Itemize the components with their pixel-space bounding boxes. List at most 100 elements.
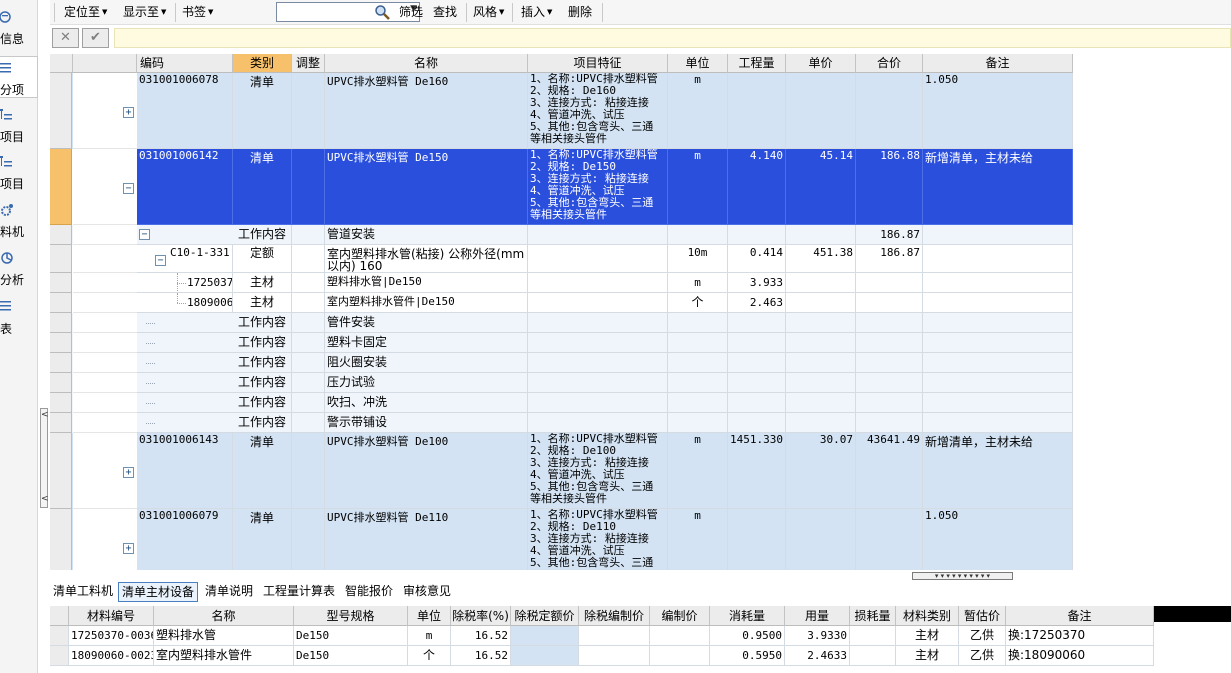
cell-unit-price[interactable] (786, 313, 856, 333)
column-header-ex-tax-quota-price[interactable]: 除税定额价 (511, 606, 579, 626)
cell-code[interactable] (137, 313, 233, 333)
cell-type[interactable]: 工作内容 (233, 353, 292, 373)
cell-type[interactable]: 工作内容 (233, 373, 292, 393)
row-header[interactable] (50, 413, 72, 433)
cell-remark[interactable] (923, 273, 1073, 293)
cell-type[interactable]: 主材 (233, 273, 292, 293)
cell-edit-input[interactable] (114, 28, 1231, 48)
cell-features[interactable]: 1、名称:UPVC排水塑料管 2、规格: De110 3、连接方式: 粘接连接 … (528, 509, 668, 570)
filter-button[interactable]: 筛选 (399, 4, 423, 21)
cell-name[interactable]: UPVC排水塑料管 De160 (325, 73, 528, 149)
cell-type[interactable]: 工作内容 (233, 225, 292, 245)
tab-bill-labor-material[interactable]: 清单工料机 (53, 582, 113, 602)
cell-features[interactable]: 1、名称:UPVC排水塑料管 2、规格: De100 3、连接方式: 粘接连接 … (528, 433, 668, 509)
nav-item-biao[interactable]: 表 (0, 298, 38, 344)
cell-remark[interactable] (923, 413, 1073, 433)
cell-code[interactable]: 1809006 (137, 293, 233, 313)
cell-estimate[interactable]: 乙供 (959, 626, 1006, 646)
cell-type[interactable]: 清单 (233, 73, 292, 149)
cell-unit-price[interactable] (786, 509, 856, 570)
cell-unit-price[interactable]: 45.14 (786, 149, 856, 225)
cell-unit-price[interactable]: 30.07 (786, 433, 856, 509)
style-dropdown[interactable]: 风格 ▼ (473, 4, 504, 21)
cell-quantity[interactable]: 2.463 (728, 293, 786, 313)
nav-item-info[interactable]: 信息 (0, 8, 38, 54)
cell-adjust[interactable] (292, 225, 325, 245)
cell-ex-tax-quota-price[interactable] (511, 646, 579, 666)
cell-material-category[interactable]: 主材 (896, 646, 959, 666)
cell-unit[interactable]: m (668, 433, 728, 509)
table-row[interactable]: + 031001006079 清单 UPVC排水塑料管 De110 1、名称:U… (50, 509, 1073, 570)
cell-unit-price[interactable]: 451.38 (786, 245, 856, 273)
nav-item-fenxi[interactable]: 分析 (0, 249, 38, 295)
cell-adjust[interactable] (292, 273, 325, 293)
cell-unit[interactable]: m (408, 626, 451, 646)
cell-remark[interactable] (923, 393, 1073, 413)
cell-adjust[interactable] (292, 313, 325, 333)
column-header-features[interactable]: 项目特征 (528, 54, 668, 73)
cell-remark[interactable]: 1.050 (923, 509, 1073, 570)
cell-quantity[interactable] (728, 413, 786, 433)
table-row[interactable]: − C10-1-331 定额 室内塑料排水管(粘接) 公称外径(mm 以内) 1… (50, 245, 1073, 273)
column-header-spec[interactable]: 型号规格 (294, 606, 408, 626)
cell-total[interactable] (856, 393, 923, 413)
cell-unit-price[interactable] (786, 293, 856, 313)
cell-name[interactable]: 吹扫、冲洗 (325, 393, 528, 413)
cell-unit[interactable]: m (668, 273, 728, 293)
cell-code[interactable]: 031001006143 (137, 433, 233, 509)
column-header-consumption[interactable]: 消耗量 (710, 606, 785, 626)
column-header-total[interactable]: 合价 (856, 54, 923, 73)
cell-features[interactable] (528, 273, 668, 293)
column-header-remark[interactable]: 备注 (923, 54, 1073, 73)
cell-type[interactable]: 清单 (233, 149, 292, 225)
cell-name[interactable]: 管道安装 (325, 225, 528, 245)
cell-name[interactable]: 室内塑料排水管(粘接) 公称外径(mm 以内) 160 (325, 245, 528, 273)
cell-adjust[interactable] (292, 149, 325, 225)
column-header-code[interactable]: 编码 (137, 54, 233, 73)
cell-name[interactable]: 塑料卡固定 (325, 333, 528, 353)
cell-ex-tax-compiled-price[interactable] (579, 626, 650, 646)
cell-code[interactable]: 031001006079 (137, 509, 233, 570)
cell-unit-price[interactable] (786, 393, 856, 413)
row-header[interactable] (50, 149, 72, 225)
cancel-edit-button[interactable]: ✕ (52, 28, 79, 48)
row-header[interactable] (50, 245, 72, 273)
cell-loss[interactable] (850, 626, 896, 646)
cell-unit[interactable] (668, 393, 728, 413)
expand-icon[interactable]: + (123, 467, 134, 478)
column-header-tax-rate[interactable]: 除税率(%) (451, 606, 511, 626)
cell-quantity[interactable] (728, 313, 786, 333)
cell-material-code[interactable]: 18090060-0023 (69, 646, 154, 666)
row-header[interactable] (50, 313, 72, 333)
table-row[interactable]: 工作内容 压力试验 (50, 373, 1073, 393)
cell-unit-price[interactable] (786, 73, 856, 149)
tab-bill-description[interactable]: 清单说明 (205, 582, 253, 602)
cell-quantity[interactable]: 4.140 (728, 149, 786, 225)
cell-name[interactable]: UPVC排水塑料管 De110 (325, 509, 528, 570)
row-header[interactable] (50, 393, 72, 413)
nav-item-fenxiang[interactable]: 分项 (0, 56, 38, 98)
table-row[interactable]: 工作内容 吹扫、冲洗 (50, 393, 1073, 413)
cell-features[interactable] (528, 413, 668, 433)
column-header-adjust[interactable]: 调整 (292, 54, 325, 73)
column-header-material-code[interactable]: 材料编号 (69, 606, 154, 626)
cell-name[interactable]: UPVC排水塑料管 De150 (325, 149, 528, 225)
cell-usage[interactable]: 2.4633 (785, 646, 850, 666)
column-header-remark[interactable]: 备注 (1006, 606, 1154, 626)
collapse-icon[interactable]: − (123, 183, 134, 194)
column-header-compiled-price[interactable]: 编制价 (650, 606, 710, 626)
cell-total[interactable] (856, 353, 923, 373)
row-header[interactable] (50, 333, 72, 353)
cell-name[interactable]: 塑料排水管|De150 (325, 273, 528, 293)
cell-name[interactable]: 警示带铺设 (325, 413, 528, 433)
row-header[interactable] (50, 373, 72, 393)
cell-unit-price[interactable] (786, 225, 856, 245)
cell-consumption[interactable]: 0.5950 (710, 646, 785, 666)
cell-remark[interactable] (923, 293, 1073, 313)
cell-remark[interactable] (923, 225, 1073, 245)
table-row[interactable]: + 031001006078 清单 UPVC排水塑料管 De160 1、名称:U… (50, 73, 1073, 149)
cell-unit-price[interactable] (786, 273, 856, 293)
cell-features[interactable] (528, 333, 668, 353)
cell-code[interactable] (137, 413, 233, 433)
cell-type[interactable]: 工作内容 (233, 413, 292, 433)
